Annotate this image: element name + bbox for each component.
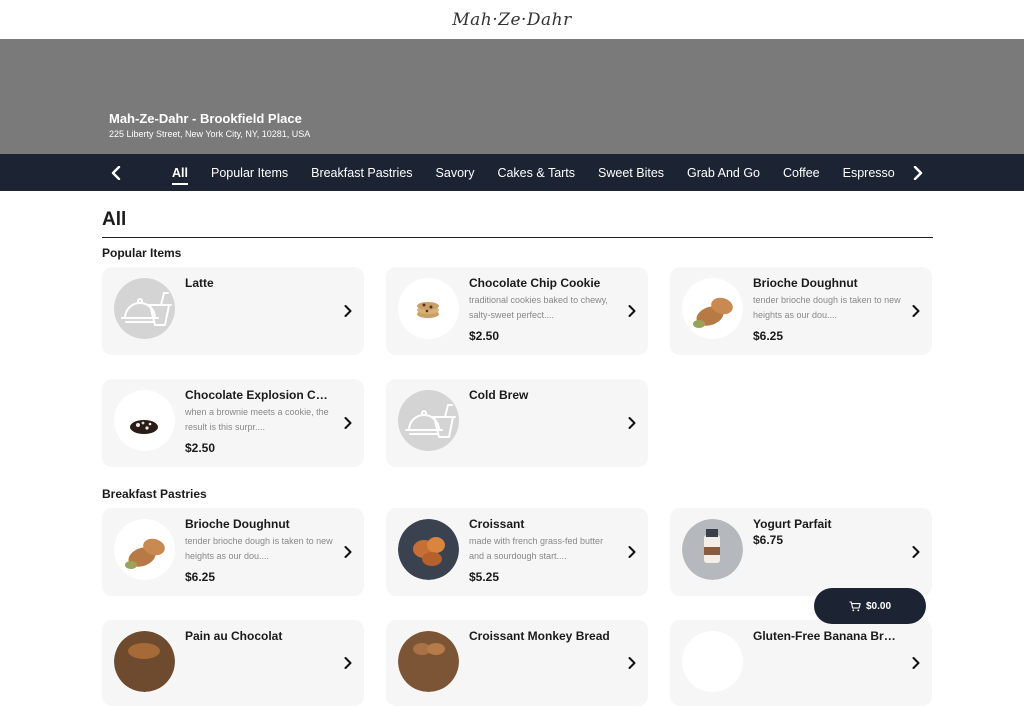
cart-total: $0.00 — [865, 600, 892, 612]
item-photo — [114, 519, 175, 580]
item-name: Brioche Doughnut — [753, 276, 858, 290]
chevron-right-icon — [628, 657, 636, 669]
tab-all[interactable]: All — [172, 154, 188, 191]
chevron-right-icon — [912, 657, 920, 669]
tab-coffee[interactable]: Coffee — [783, 154, 820, 191]
category-tabs: All Popular Items Breakfast Pastries Savory… — [172, 154, 899, 191]
chevron-right-icon — [628, 417, 636, 429]
tab-sweet-bites[interactable]: Sweet Bites — [598, 154, 664, 191]
item-name: Yogurt Parfait — [753, 517, 832, 531]
item-info: Chocolate Explosion Coo... when a brownie… — [185, 388, 352, 457]
item-name: Brioche Doughnut — [185, 517, 290, 531]
item-photo — [114, 631, 175, 692]
item-description: tender brioche dough is taken to new hei… — [185, 536, 333, 561]
tab-espresso[interactable]: Espresso — [843, 154, 895, 191]
item-description: made with french grass-fed butter and a … — [469, 536, 604, 561]
group-title-breakfast-pastries: Breakfast Pastries — [102, 487, 207, 501]
tab-grab-and-go[interactable]: Grab And Go — [687, 154, 760, 191]
item-name: Cold Brew — [469, 388, 529, 402]
store-name: Mah-Ze-Dahr - Brookfield Place — [109, 111, 302, 126]
cart-icon — [849, 600, 861, 611]
store-address: 225 Liberty Street, New York City, NY, 1… — [109, 129, 311, 139]
menu-item-card-croissant-monkey-bread[interactable]: Croissant Monkey Bread — [386, 620, 648, 706]
item-info: Cold Brew — [469, 388, 636, 457]
item-info: Chocolate Chip Cookie traditional cookies… — [469, 276, 636, 345]
section-title: All — [102, 209, 933, 238]
tab-cakes-tarts[interactable]: Cakes & Tarts — [497, 154, 575, 191]
item-info: Brioche Doughnut tender brioche dough is … — [185, 517, 352, 586]
item-photo — [682, 631, 743, 692]
menu-content: All Popular Items Latte Chocolate Chip Coo… — [102, 191, 933, 706]
item-name: Chocolate Explosion Coo... — [185, 388, 334, 402]
chevron-right-icon — [913, 165, 923, 180]
item-name: Latte — [185, 276, 214, 290]
item-name: Gluten-Free Banana Bread — [753, 629, 902, 643]
chevron-right-icon — [912, 305, 920, 317]
cart-button[interactable]: $0.00 — [814, 588, 926, 624]
item-price: $6.25 — [185, 570, 216, 584]
item-price: $2.50 — [469, 329, 500, 343]
chevron-right-icon — [344, 305, 352, 317]
menu-item-card-chocolate-explosion-coo[interactable]: Chocolate Explosion Coo... when a brownie… — [102, 379, 364, 467]
item-photo — [398, 519, 459, 580]
menu-item-card-croissant[interactable]: Croissant made with french grass-fed butt… — [386, 508, 648, 596]
item-grid: Latte Chocolate Chip Cookie traditional co… — [102, 267, 933, 467]
item-info: Yogurt Parfait $6.75 — [753, 517, 920, 586]
item-info: Brioche Doughnut tender brioche dough is … — [753, 276, 920, 345]
placeholder-food-icon — [114, 278, 175, 339]
item-price: $6.25 — [753, 329, 784, 343]
nav-prev-button[interactable] — [104, 154, 128, 191]
chevron-right-icon — [344, 417, 352, 429]
chevron-right-icon — [344, 657, 352, 669]
nav-next-button[interactable] — [906, 154, 930, 191]
item-price: $6.75 — [753, 533, 784, 547]
menu-item-card-latte[interactable]: Latte — [102, 267, 364, 355]
item-photo — [682, 278, 743, 339]
menu-item-card-brioche-doughnut[interactable]: Brioche Doughnut tender brioche dough is … — [102, 508, 364, 596]
item-photo — [398, 631, 459, 692]
tab-savory[interactable]: Savory — [436, 154, 475, 191]
item-name: Croissant Monkey Bread — [469, 629, 610, 643]
item-description: tender brioche dough is taken to new hei… — [753, 295, 901, 320]
item-info: Croissant Monkey Bread — [469, 629, 636, 696]
menu-item-card-yogurt-parfait[interactable]: Yogurt Parfait $6.75 — [670, 508, 932, 596]
item-price: $5.25 — [469, 570, 500, 584]
menu-item-card-brioche-doughnut[interactable]: Brioche Doughnut tender brioche dough is … — [670, 267, 932, 355]
item-photo — [398, 278, 459, 339]
brand-logo[interactable]: Mah·Ze·Dahr — [452, 10, 572, 30]
menu-item-card-chocolate-chip-cookie[interactable]: Chocolate Chip Cookie traditional cookies… — [386, 267, 648, 355]
item-info: Croissant made with french grass-fed butt… — [469, 517, 636, 586]
tab-breakfast-pastries[interactable]: Breakfast Pastries — [311, 154, 412, 191]
item-description: when a brownie meets a cookie, the resul… — [185, 407, 329, 432]
item-name: Croissant — [469, 517, 525, 531]
tab-popular-items[interactable]: Popular Items — [211, 154, 288, 191]
item-info: Pain au Chocolat — [185, 629, 352, 696]
menu-item-card-gluten-free-banana-bread[interactable]: Gluten-Free Banana Bread — [670, 620, 932, 706]
placeholder-food-icon — [398, 390, 459, 451]
item-info: Gluten-Free Banana Bread — [753, 629, 920, 696]
item-price: $2.50 — [185, 441, 216, 455]
menu-item-card-pain-au-chocolat[interactable]: Pain au Chocolat — [102, 620, 364, 706]
menu-item-card-cold-brew[interactable]: Cold Brew — [386, 379, 648, 467]
store-hero-banner: Mah-Ze-Dahr - Brookfield Place 225 Liber… — [0, 39, 1024, 154]
item-name: Chocolate Chip Cookie — [469, 276, 601, 290]
top-bar: Mah·Ze·Dahr — [0, 0, 1024, 39]
item-photo — [114, 390, 175, 451]
item-photo — [682, 519, 743, 580]
chevron-right-icon — [628, 305, 636, 317]
item-name: Pain au Chocolat — [185, 629, 283, 643]
chevron-right-icon — [912, 546, 920, 558]
group-title-popular-items: Popular Items — [102, 246, 182, 260]
category-nav: All Popular Items Breakfast Pastries Savory… — [0, 154, 1024, 191]
chevron-right-icon — [628, 546, 636, 558]
chevron-left-icon — [111, 165, 121, 180]
store-info: Mah-Ze-Dahr - Brookfield Place 225 Liber… — [109, 111, 310, 139]
item-description: traditional cookies baked to chewy, salt… — [469, 295, 608, 320]
chevron-right-icon — [344, 546, 352, 558]
item-info: Latte — [185, 276, 352, 345]
item-grid: Brioche Doughnut tender brioche dough is … — [102, 508, 933, 706]
